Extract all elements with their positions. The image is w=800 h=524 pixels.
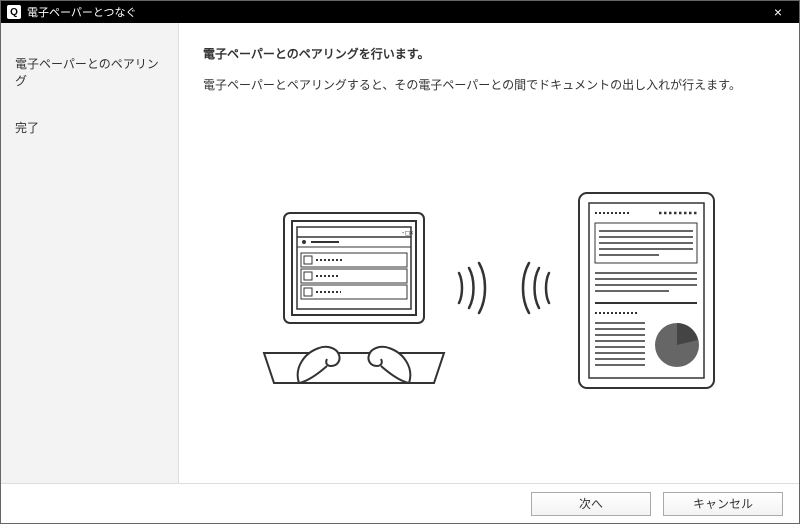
wizard-steps-sidebar: 電子ペーパーとのペアリング 完了 [1, 23, 179, 483]
dialog-window: Q 電子ペーパーとつなぐ × 電子ペーパーとのペアリング 完了 電子ペーパーとの… [0, 0, 800, 524]
page-heading: 電子ペーパーとのペアリングを行います。 [203, 45, 775, 62]
pairing-illustration: -□× [259, 183, 719, 403]
sidebar-item-done[interactable]: 完了 [1, 111, 178, 144]
next-button[interactable]: 次へ [531, 492, 651, 516]
titlebar: Q 電子ペーパーとつなぐ × [1, 1, 799, 23]
sidebar-item-label: 電子ペーパーとのペアリング [15, 57, 159, 88]
cancel-button-label: キャンセル [693, 495, 753, 512]
close-button[interactable]: × [763, 4, 793, 20]
dialog-footer: 次へ キャンセル [1, 483, 799, 523]
app-icon: Q [7, 5, 21, 19]
sidebar-item-pairing[interactable]: 電子ペーパーとのペアリング [1, 47, 178, 97]
svg-text:-□×: -□× [401, 229, 414, 237]
sidebar-item-label: 完了 [15, 121, 39, 135]
next-button-label: 次へ [579, 495, 603, 512]
main-panel: 電子ペーパーとのペアリングを行います。 電子ペーパーとペアリングすると、その電子… [179, 23, 799, 483]
window-title: 電子ペーパーとつなぐ [27, 4, 763, 20]
dialog-body: 電子ペーパーとのペアリング 完了 電子ペーパーとのペアリングを行います。 電子ペ… [1, 23, 799, 483]
cancel-button[interactable]: キャンセル [663, 492, 783, 516]
illustration-container: -□× [203, 103, 775, 483]
page-description: 電子ペーパーとペアリングすると、その電子ペーパーとの間でドキュメントの出し入れが… [203, 76, 775, 93]
